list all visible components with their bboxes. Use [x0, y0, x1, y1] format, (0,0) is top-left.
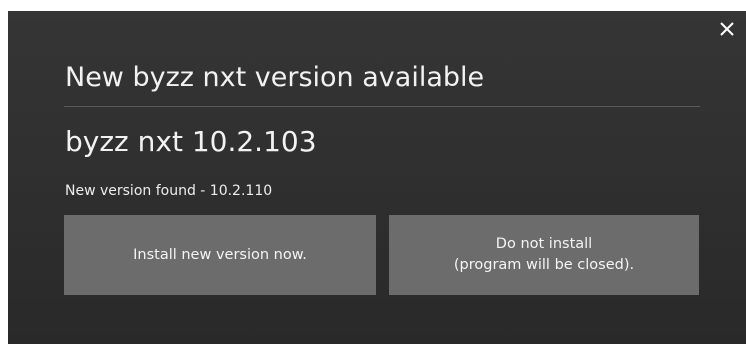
close-button[interactable] [716, 18, 738, 40]
install-now-button[interactable]: Install new version now. [64, 215, 376, 295]
close-icon [720, 22, 734, 36]
update-dialog: New byzz nxt version available byzz nxt … [8, 11, 746, 344]
new-version-found-text: New version found - 10.2.110 [65, 183, 273, 199]
title-divider [64, 106, 700, 107]
install-now-label: Install new version now. [133, 246, 307, 263]
do-not-install-label-line2: (program will be closed). [453, 257, 635, 273]
do-not-install-label-line1: Do not install [495, 236, 593, 252]
dialog-title: New byzz nxt version available [65, 62, 485, 93]
do-not-install-button[interactable]: Do not install (program will be closed). [389, 215, 699, 295]
current-version-label: byzz nxt 10.2.103 [65, 125, 317, 158]
